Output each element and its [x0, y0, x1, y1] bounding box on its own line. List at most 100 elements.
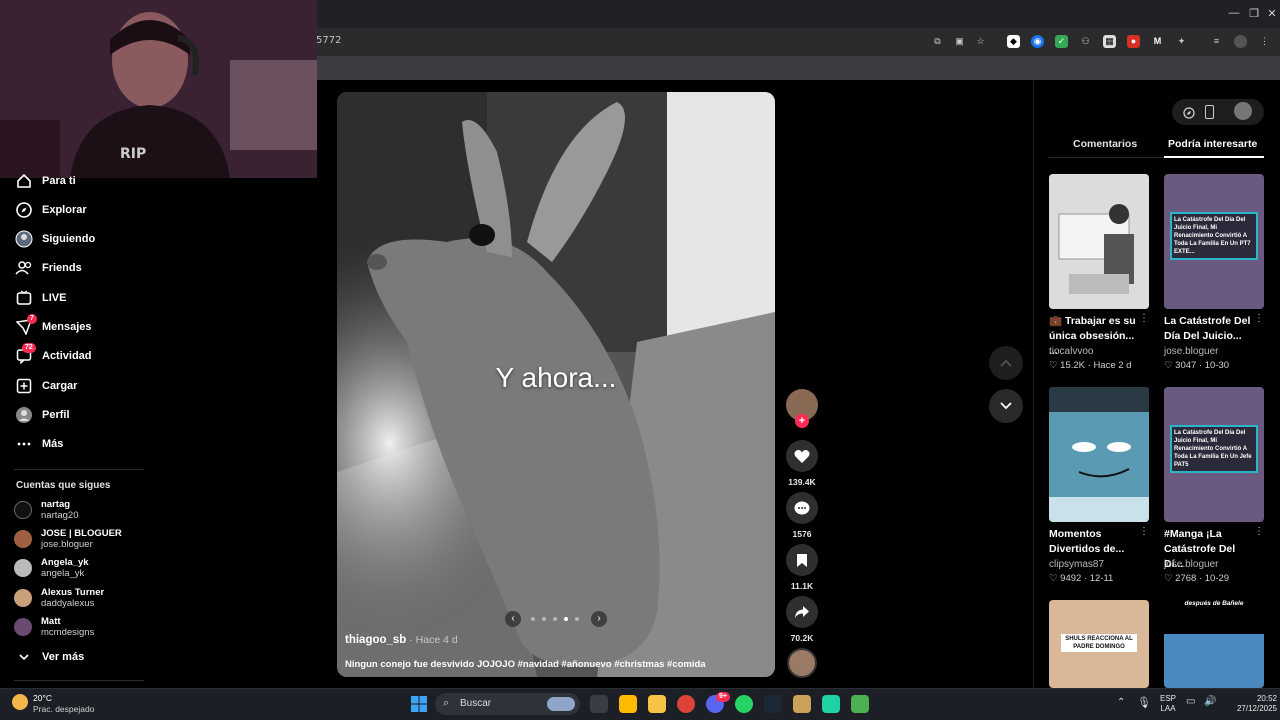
sidebar-item-explorar[interactable]: Explorar: [14, 200, 87, 220]
thumbnail-caption: La Catástrofe Del Día Del Juicio Final, …: [1170, 212, 1258, 260]
card-more-icon[interactable]: ⋮: [1254, 313, 1264, 324]
avatar: [14, 618, 32, 636]
sidebar-item-friends[interactable]: Friends: [14, 258, 82, 278]
card-user[interactable]: clipsymas87: [1049, 559, 1104, 570]
carousel-next-button[interactable]: ›: [591, 611, 607, 627]
extension-icon[interactable]: ●: [1127, 35, 1140, 48]
search-icon: ⌕: [443, 697, 450, 709]
url-text[interactable]: 5772: [316, 35, 341, 46]
video-thumbnail[interactable]: [1049, 387, 1149, 522]
install-icon[interactable]: ▣: [953, 35, 966, 48]
language-indicator[interactable]: ESP LAA: [1157, 694, 1179, 714]
app-icon[interactable]: [822, 695, 840, 713]
share-button[interactable]: [786, 596, 818, 628]
extension-icon[interactable]: ◆: [1007, 35, 1020, 48]
bookmark-star-icon[interactable]: ☆: [974, 35, 987, 48]
sidebar-item-mas[interactable]: Más: [14, 434, 63, 454]
tab-comentarios[interactable]: Comentarios: [1073, 138, 1137, 150]
card-more-icon[interactable]: ⋮: [1254, 526, 1264, 537]
app-icon[interactable]: [793, 695, 811, 713]
following-account[interactable]: Alexus Turner daddyalexus: [14, 584, 104, 612]
card-date: 10-30: [1204, 360, 1230, 371]
whatsapp-icon[interactable]: [735, 695, 753, 713]
card-user[interactable]: jose.bloguer: [1164, 559, 1218, 570]
video-author[interactable]: thiagoo_sb: [345, 634, 406, 646]
windows-start-icon[interactable]: [411, 696, 427, 712]
video-thumbnail[interactable]: [1049, 174, 1149, 309]
messages-badge: 7: [27, 314, 37, 324]
file-explorer-icon[interactable]: [648, 695, 666, 713]
cartoon-face-image: [1049, 387, 1149, 522]
card-user[interactable]: tiocalvvoo: [1049, 346, 1093, 357]
video-thumbnail[interactable]: SHULS REACCIONA AL PADRE DOMINGO: [1049, 600, 1149, 688]
video-player[interactable]: Y ahora... ‹ › thiagoo_sb · Hace 4 d Nin…: [337, 92, 775, 677]
tab-podria-interesarte[interactable]: Podría interesarte: [1168, 138, 1257, 150]
video-thumbnail[interactable]: La Catástrofe Del Día Del Juicio Final, …: [1164, 387, 1264, 522]
extension-icon[interactable]: M: [1151, 35, 1164, 48]
sidebar-item-cargar[interactable]: Cargar: [14, 376, 77, 396]
profile-avatar-icon[interactable]: [1234, 35, 1247, 48]
following-account[interactable]: Matt mcmdesigns: [14, 613, 94, 641]
profile-avatar-icon[interactable]: [1234, 102, 1252, 120]
puzzle-icon[interactable]: ✦: [1175, 35, 1188, 48]
minimize-icon[interactable]: —: [1224, 7, 1244, 19]
card-more-icon[interactable]: ⋮: [1139, 526, 1149, 537]
carousel-dot[interactable]: [564, 617, 568, 621]
sidebar-item-live[interactable]: LIVE: [14, 288, 66, 308]
account-handle: daddyalexus: [41, 598, 95, 609]
close-icon[interactable]: ✕: [1262, 7, 1280, 20]
extension-icon[interactable]: ⚇: [1079, 35, 1092, 48]
reading-list-icon[interactable]: ≡: [1210, 35, 1223, 48]
previous-video-button[interactable]: [989, 346, 1023, 380]
clock[interactable]: 20:52 27/12/2025: [1227, 694, 1277, 714]
sidebar-item-actividad[interactable]: 72 Actividad: [14, 343, 92, 366]
card-title[interactable]: La Catástrofe Del Día Del Juicio...: [1164, 314, 1256, 344]
follow-plus-icon[interactable]: +: [795, 414, 809, 428]
following-account[interactable]: Angela_yk angela_yk: [14, 554, 89, 582]
video-thumbnail[interactable]: después de Bañele: [1164, 600, 1264, 688]
restore-icon[interactable]: ❐: [1244, 7, 1264, 20]
sidebar-item-siguiendo[interactable]: Siguiendo: [14, 229, 95, 249]
compass-icon[interactable]: [1183, 106, 1195, 119]
save-button[interactable]: [786, 544, 818, 576]
microphone-icon[interactable]: 🎙: [1137, 696, 1151, 709]
carousel-dot[interactable]: [553, 617, 557, 621]
carousel-dot[interactable]: [542, 617, 546, 621]
card-title[interactable]: Momentos Divertidos de...: [1049, 527, 1141, 557]
sidebar-item-para-ti[interactable]: Para ti: [14, 171, 76, 191]
phone-icon[interactable]: [1205, 105, 1214, 119]
steam-icon[interactable]: [764, 695, 782, 713]
like-button[interactable]: [786, 440, 818, 472]
minecraft-icon[interactable]: [851, 695, 869, 713]
sidebar-item-perfil[interactable]: Perfil: [14, 405, 70, 425]
card-more-icon[interactable]: ⋮: [1139, 313, 1149, 324]
extension-icon[interactable]: ◉: [1031, 35, 1044, 48]
next-video-button[interactable]: [989, 389, 1023, 423]
shield-extension-icon[interactable]: ✓: [1055, 35, 1068, 48]
tray-chevron-icon[interactable]: ⌃: [1117, 697, 1125, 708]
following-account[interactable]: JOSE | BLOGUER jose.bloguer: [14, 525, 122, 553]
carousel-prev-button[interactable]: ‹: [505, 611, 521, 627]
task-view-icon[interactable]: [590, 695, 608, 713]
search-box[interactable]: ⌕ Buscar: [435, 693, 580, 715]
sidebar-item-mensajes[interactable]: 7 Mensajes: [14, 314, 92, 337]
following-account[interactable]: nartag nartag20: [14, 496, 79, 524]
weather-temp[interactable]: 20°C: [33, 693, 52, 703]
volume-icon[interactable]: 🔊: [1204, 696, 1216, 707]
weather-icon[interactable]: [12, 694, 28, 710]
translate-icon[interactable]: ⧉: [931, 35, 944, 48]
network-icon[interactable]: ▭: [1186, 696, 1195, 707]
avatar: [14, 501, 32, 519]
sound-avatar[interactable]: [787, 648, 817, 678]
see-more-link[interactable]: Ver más: [14, 647, 84, 667]
carousel-dot[interactable]: [531, 617, 535, 621]
extension-icon[interactable]: ▦: [1103, 35, 1116, 48]
widgets-icon[interactable]: [619, 695, 637, 713]
menu-kebab-icon[interactable]: ⋮: [1258, 35, 1271, 48]
video-thumbnail[interactable]: La Catástrofe Del Día Del Juicio Final, …: [1164, 174, 1264, 309]
video-author-line[interactable]: thiagoo_sb · Hace 4 d: [345, 634, 458, 646]
chrome-icon[interactable]: [677, 695, 695, 713]
carousel-dot[interactable]: [575, 617, 579, 621]
card-user[interactable]: jose.bloguer: [1164, 346, 1218, 357]
comment-button[interactable]: [786, 492, 818, 524]
